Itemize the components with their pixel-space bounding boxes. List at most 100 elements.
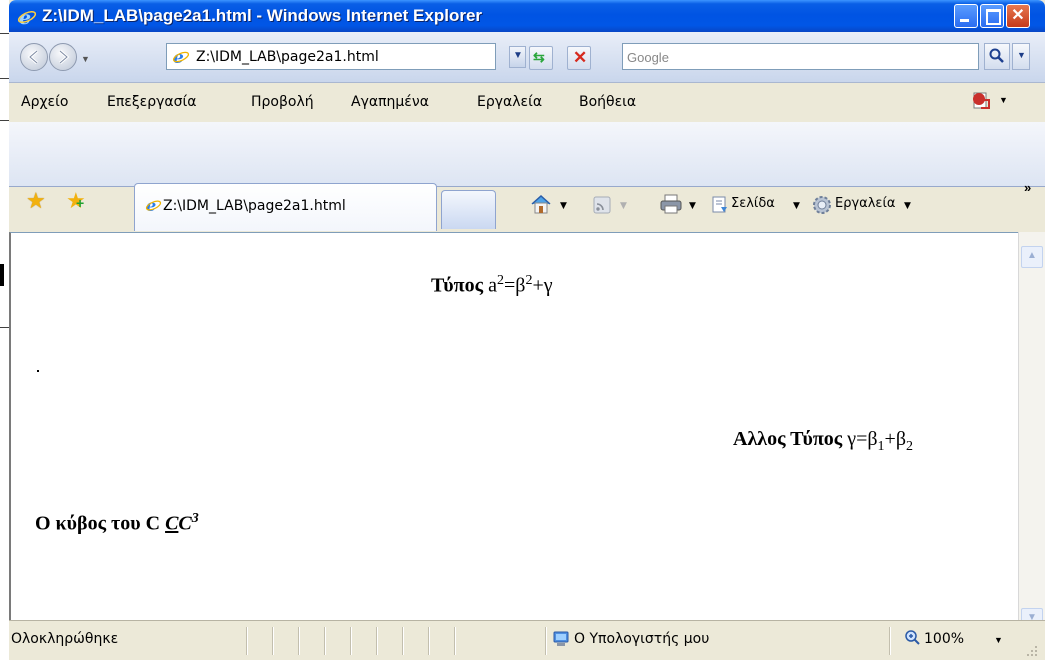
chevron-up-icon: ▲ bbox=[1027, 250, 1037, 261]
back-button[interactable] bbox=[20, 43, 48, 71]
rss-icon[interactable] bbox=[593, 196, 611, 214]
address-dropdown[interactable]: ▼ bbox=[509, 46, 526, 68]
stop-icon: ✕ bbox=[573, 48, 588, 67]
formula-2: Αλλος Τύπος γ=β1+β2 bbox=[733, 428, 913, 455]
security-zone-text: Ο Υπολογιστής μου bbox=[574, 631, 710, 647]
formula-1: Τύπος a2=β2+γ bbox=[431, 273, 553, 298]
plus-icon: + bbox=[76, 195, 85, 211]
address-toolbar: ▼ e Z:\IDM_LAB\page2a1.html ▼ ⇆ ✕ Google… bbox=[9, 32, 1045, 83]
chevron-down-icon[interactable]: ▼ bbox=[999, 95, 1008, 105]
forward-button[interactable] bbox=[49, 43, 77, 71]
home-icon[interactable] bbox=[529, 193, 553, 215]
chevron-more-icon[interactable]: » bbox=[1024, 180, 1031, 195]
formula-3: Ο κύβος του C CC3 bbox=[35, 511, 199, 536]
page-menu-label[interactable]: Σελίδα bbox=[731, 196, 775, 211]
forward-arrow-icon bbox=[59, 49, 70, 65]
formula-3-c-underlined: C bbox=[165, 512, 179, 535]
search-placeholder: Google bbox=[627, 50, 669, 65]
left-edge-notch bbox=[0, 264, 4, 286]
formula-2-label: Αλλος Τύπος bbox=[733, 428, 843, 450]
refresh-button[interactable]: ⇆ bbox=[529, 46, 553, 70]
status-separator bbox=[376, 627, 378, 655]
window-title: Z:\IDM_LAB\page2a1.html - Windows Intern… bbox=[42, 6, 483, 25]
status-separator bbox=[454, 627, 456, 655]
vertical-scrollbar[interactable]: ▲ ▼ bbox=[1018, 232, 1045, 630]
minimize-button[interactable] bbox=[954, 4, 978, 28]
maximize-button[interactable] bbox=[980, 4, 1004, 28]
status-separator bbox=[545, 627, 547, 655]
refresh-icon: ⇆ bbox=[533, 49, 545, 65]
address-field[interactable]: e Z:\IDM_LAB\page2a1.html bbox=[166, 43, 496, 70]
computer-icon bbox=[553, 631, 569, 646]
status-separator bbox=[428, 627, 430, 655]
status-separator bbox=[272, 627, 274, 655]
menu-favorites[interactable]: Αγαπημένα bbox=[351, 94, 429, 110]
resize-grip-icon[interactable] bbox=[1024, 643, 1038, 657]
menu-edit[interactable]: Επεξεργασία bbox=[107, 94, 196, 110]
add-favorite-icon[interactable]: ★ + bbox=[66, 190, 86, 212]
maximize-icon bbox=[986, 9, 1001, 25]
stray-dot bbox=[37, 370, 39, 372]
zoom-icon[interactable] bbox=[904, 629, 920, 645]
star-icon[interactable]: ★ bbox=[26, 190, 46, 212]
status-separator bbox=[324, 627, 326, 655]
rss-dropdown[interactable]: ▼ bbox=[620, 201, 627, 211]
status-separator bbox=[889, 627, 891, 655]
status-separator bbox=[246, 627, 248, 655]
tools-menu-label[interactable]: Εργαλεία bbox=[835, 196, 895, 211]
menu-bar: Αρχείο Επεξεργασία Προβολή Αγαπημένα Εργ… bbox=[9, 83, 1045, 123]
status-separator bbox=[402, 627, 404, 655]
close-button[interactable]: ✕ bbox=[1006, 4, 1030, 28]
formula-1-label: Τύπος bbox=[431, 274, 484, 297]
formula-3-c-italic: C bbox=[178, 512, 192, 535]
status-separator bbox=[350, 627, 352, 655]
print-icon[interactable] bbox=[659, 193, 683, 215]
recent-pages-dropdown[interactable]: ▼ bbox=[81, 54, 90, 64]
search-input[interactable]: Google bbox=[622, 43, 979, 70]
status-text: Ολοκληρώθηκε bbox=[11, 631, 119, 647]
back-arrow-icon bbox=[27, 49, 38, 65]
left-edge-strip bbox=[0, 0, 9, 659]
stop-button[interactable]: ✕ bbox=[567, 46, 591, 70]
page-icon[interactable] bbox=[710, 195, 730, 215]
ie-icon: e bbox=[17, 7, 37, 27]
formula-2-plus: +β bbox=[884, 428, 907, 450]
tab-current-page[interactable]: e Z:\IDM_LAB\page2a1.html bbox=[134, 183, 437, 231]
gear-icon[interactable] bbox=[811, 194, 833, 216]
browser-window: e Z:\IDM_LAB\page2a1.html - Windows Inte… bbox=[9, 0, 1045, 660]
status-bar: Ολοκληρώθηκε Ο Υπολογιστής μου 100% ▼ bbox=[9, 620, 1045, 660]
formula-2-sub2: 2 bbox=[906, 439, 914, 454]
page-content: Τύπος a2=β2+γ Αλλος Τύπος γ=β1+β2 Ο κύβο… bbox=[9, 232, 1018, 620]
tab-command-bar bbox=[9, 122, 1045, 187]
pdf-icon[interactable] bbox=[971, 91, 991, 111]
minimize-icon bbox=[960, 19, 969, 22]
status-separator bbox=[298, 627, 300, 655]
chevron-down-icon: ▼ bbox=[513, 50, 523, 61]
home-dropdown[interactable]: ▼ bbox=[560, 201, 567, 211]
ie-page-icon: e bbox=[145, 197, 162, 214]
chevron-down-icon: ▼ bbox=[1017, 50, 1026, 60]
search-icon bbox=[989, 48, 1004, 63]
scroll-up-button[interactable]: ▲ bbox=[1021, 246, 1043, 268]
menu-tools[interactable]: Εργαλεία bbox=[477, 94, 542, 110]
formula-2-sub1: 1 bbox=[877, 439, 885, 454]
search-options-dropdown[interactable]: ▼ bbox=[1012, 43, 1030, 70]
print-dropdown[interactable]: ▼ bbox=[689, 201, 696, 211]
title-bar[interactable]: e Z:\IDM_LAB\page2a1.html - Windows Inte… bbox=[9, 0, 1045, 32]
address-url: Z:\IDM_LAB\page2a1.html bbox=[196, 49, 379, 65]
zoom-dropdown[interactable]: ▼ bbox=[994, 635, 1003, 645]
search-button[interactable] bbox=[984, 43, 1010, 70]
left-edge-tick bbox=[0, 120, 9, 121]
left-edge-tick bbox=[0, 327, 9, 328]
formula-1-sup1: 2 bbox=[496, 273, 504, 288]
new-tab-button[interactable] bbox=[441, 190, 496, 229]
menu-file[interactable]: Αρχείο bbox=[21, 94, 68, 110]
zoom-level[interactable]: 100% bbox=[924, 631, 964, 647]
page-dropdown[interactable]: ▼ bbox=[793, 201, 800, 211]
menu-help[interactable]: Βοήθεια bbox=[579, 94, 636, 110]
formula-1-eq: =β bbox=[503, 274, 526, 297]
formula-1-rest: +γ bbox=[532, 274, 553, 297]
tools-dropdown[interactable]: ▼ bbox=[904, 201, 911, 211]
ie-page-icon: e bbox=[172, 48, 190, 66]
menu-view[interactable]: Προβολή bbox=[251, 94, 314, 110]
